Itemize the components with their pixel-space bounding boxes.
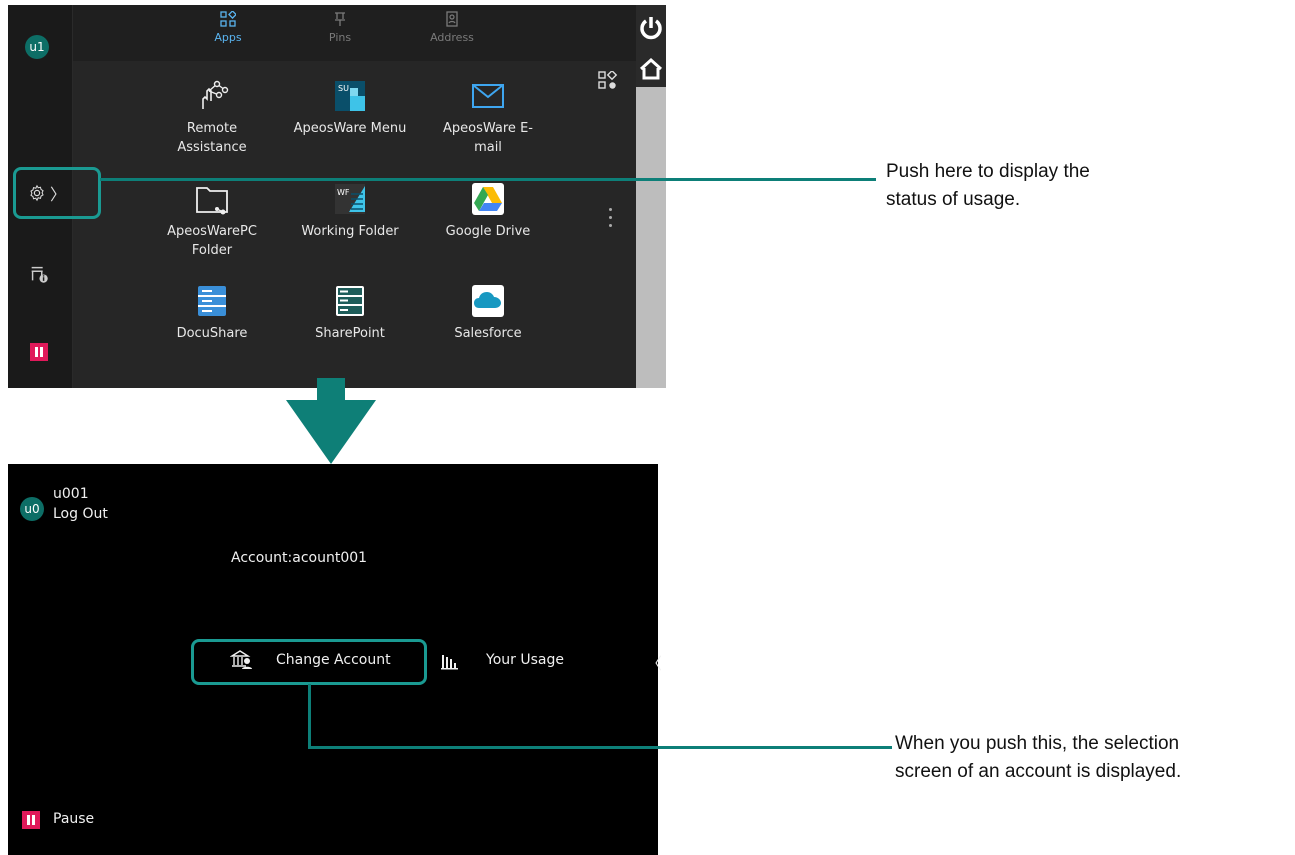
right-edge-strip xyxy=(636,5,666,388)
bar-chart-icon xyxy=(441,655,458,670)
down-arrow-icon xyxy=(286,378,376,464)
device-info-icon[interactable] xyxy=(28,263,50,285)
app-remote-assistance[interactable]: Remote Assistance xyxy=(137,79,287,157)
callout-line-bottom-vertical xyxy=(308,684,311,749)
docushare-icon xyxy=(198,286,226,316)
customize-apps-icon[interactable] xyxy=(598,71,618,91)
salesforce-icon xyxy=(472,285,504,317)
sharepoint-icon xyxy=(336,286,364,316)
app-label: ApeosWare E- mail xyxy=(443,121,533,155)
app-label: DocuShare xyxy=(176,326,248,341)
your-usage-label: Your Usage xyxy=(486,652,564,668)
tab-pins-label: Pins xyxy=(328,31,352,44)
working-folder-icon: WF xyxy=(335,184,365,214)
app-label: SharePoint xyxy=(315,326,385,341)
account-label: Account:acount001 xyxy=(231,550,368,566)
app-label: Google Drive xyxy=(445,224,531,239)
app-label: Working Folder xyxy=(301,224,399,239)
tab-pins[interactable]: Pins xyxy=(300,11,380,44)
usage-highlight-box xyxy=(13,167,101,219)
apps-grid-icon xyxy=(220,11,236,27)
app-label: ApeosWarePC Folder xyxy=(167,224,257,258)
app-sharepoint[interactable]: SharePoint xyxy=(275,284,425,343)
your-usage-button[interactable]: Your Usage xyxy=(438,642,618,682)
collapse-chevron[interactable]: 〈 xyxy=(646,650,662,674)
app-salesforce[interactable]: Salesforce xyxy=(413,284,563,343)
logout-link[interactable]: Log Out xyxy=(53,506,108,522)
tab-address[interactable]: Address xyxy=(412,11,492,44)
app-label: Remote Assistance xyxy=(177,121,247,155)
app-label: ApeosWare Menu xyxy=(293,121,407,136)
email-icon xyxy=(472,84,504,108)
app-docushare[interactable]: DocuShare xyxy=(137,284,287,343)
right-strip-header xyxy=(636,5,666,87)
app-working-folder[interactable]: WF Working Folder xyxy=(275,182,425,241)
tab-bar: Apps Pins Address xyxy=(73,5,636,61)
tab-address-label: Address xyxy=(430,31,474,44)
callout-line-top xyxy=(100,178,876,181)
apeosware-menu-icon: SU xyxy=(335,81,365,111)
apps-panel: Apps Pins Address Remote Assistance SU A… xyxy=(73,5,636,388)
user-avatar[interactable]: u1 xyxy=(25,35,49,59)
tab-apps-label: Apps xyxy=(214,31,242,44)
home-icon[interactable] xyxy=(639,57,663,81)
app-badge: SU xyxy=(338,84,349,93)
app-apeosware-pc-folder[interactable]: ApeosWarePC Folder xyxy=(137,182,287,260)
address-book-icon xyxy=(446,11,458,27)
app-label: Salesforce xyxy=(454,326,522,341)
callout-text-bottom: When you push this, the selection screen… xyxy=(895,733,1182,782)
app-badge: WF xyxy=(337,188,350,197)
callout-line-bottom-horizontal xyxy=(308,746,892,749)
user-avatar: u0 xyxy=(20,497,44,521)
change-account-highlight-box xyxy=(191,639,427,685)
more-menu-icon[interactable] xyxy=(609,208,615,227)
pause-label: Pause xyxy=(53,811,95,827)
pc-folder-icon xyxy=(196,187,228,215)
app-apeosware-menu[interactable]: SU ApeosWare Menu xyxy=(275,79,425,138)
callout-text-top: Push here to display the status of usage… xyxy=(886,161,1090,210)
app-google-drive[interactable]: Google Drive xyxy=(413,182,563,241)
remote-assistance-icon xyxy=(202,80,229,109)
user-id: u001 xyxy=(53,486,89,502)
top-screen: u1 〉 Apps Pins Address Remote Assistance… xyxy=(8,5,666,388)
power-icon[interactable] xyxy=(639,15,663,41)
tab-apps[interactable]: Apps xyxy=(188,11,268,44)
pause-button[interactable] xyxy=(30,343,48,361)
pause-button[interactable] xyxy=(22,811,40,829)
pin-icon xyxy=(335,12,345,26)
google-drive-icon xyxy=(472,183,504,215)
app-apeosware-email[interactable]: ApeosWare E- mail xyxy=(413,79,563,157)
